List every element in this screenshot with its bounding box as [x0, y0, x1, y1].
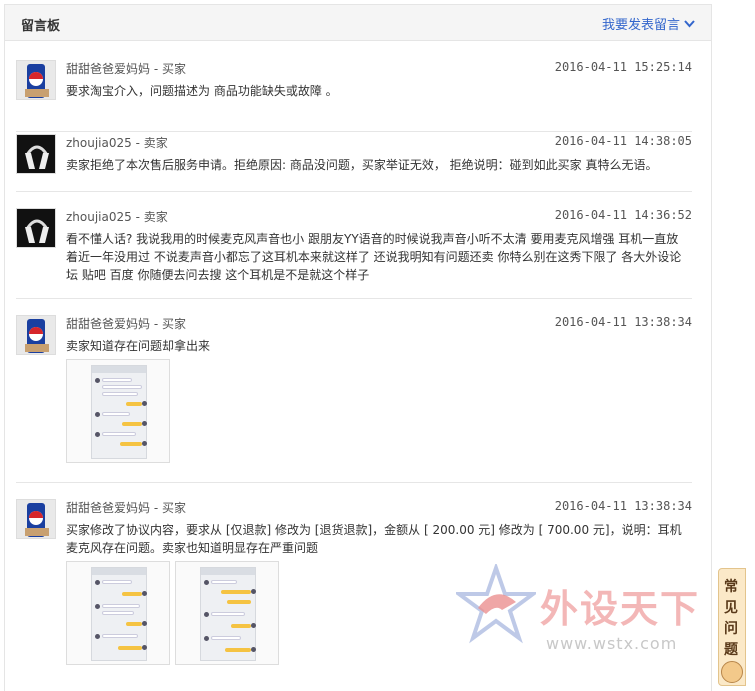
board-title: 留言板	[21, 19, 61, 34]
message-board-header: 留言板 我要发表留言	[5, 5, 711, 41]
avatar[interactable]	[16, 134, 56, 174]
message-author[interactable]: zhoujia025 - 卖家	[66, 134, 168, 151]
message-time: 2016-04-11 14:36:52	[554, 208, 692, 222]
message-time: 2016-04-11 13:38:34	[554, 499, 692, 513]
message-content: 买家修改了协议内容，要求从 [仅退款] 修改为 [退货退款]，金额从 [ 200…	[66, 523, 682, 555]
message-content: 要求淘宝介入，问题描述为 商品功能缺失或故障 。	[66, 84, 338, 98]
message-content: 卖家拒绝了本次售后服务申请。拒绝原因: 商品没问题，买家举证无效， 拒绝说明：碰…	[66, 158, 658, 172]
message-content: 看不懂人话? 我说我用的时候麦克风声音也小 跟朋友YY语音的时候说我声音小听不太…	[66, 232, 682, 282]
faq-button[interactable]: 常见问题	[718, 568, 746, 686]
message-content: 卖家知道存在问题却拿出来	[66, 339, 211, 353]
message-item: zhoujia025 - 卖家 2016-04-11 14:38:05 卖家拒绝…	[16, 134, 692, 192]
avatar[interactable]	[16, 315, 56, 355]
pepsi-can-icon	[17, 500, 55, 538]
message-time: 2016-04-11 15:25:14	[554, 60, 692, 74]
chat-screenshot-image	[91, 567, 147, 661]
avatar[interactable]	[16, 499, 56, 539]
message-item: zhoujia025 - 卖家 2016-04-11 14:36:52 看不懂人…	[16, 208, 692, 299]
chat-screenshot-thumbnail[interactable]	[66, 359, 170, 463]
pepsi-can-icon	[17, 316, 55, 354]
message-time: 2016-04-11 14:38:05	[554, 134, 692, 148]
attachment-list	[66, 359, 170, 463]
mascot-icon	[721, 661, 743, 683]
pepsi-can-icon	[17, 61, 55, 99]
message-time: 2016-04-11 13:38:34	[554, 315, 692, 329]
message-author[interactable]: 甜甜爸爸爱妈妈 - 买家	[66, 60, 186, 77]
message-item: 甜甜爸爸爱妈妈 - 买家 2016-04-11 15:25:14 要求淘宝介入，…	[16, 60, 692, 132]
message-author[interactable]: zhoujia025 - 卖家	[66, 208, 168, 225]
chat-screenshot-image	[200, 567, 256, 661]
message-item: 甜甜爸爸爱妈妈 - 买家 2016-04-11 13:38:34 买家修改了协议…	[16, 499, 692, 669]
avatar[interactable]	[16, 208, 56, 248]
post-message-label: 我要发表留言	[601, 18, 680, 33]
attachment-list	[66, 561, 279, 665]
message-author[interactable]: 甜甜爸爸爱妈妈 - 买家	[66, 315, 186, 332]
post-message-link[interactable]: 我要发表留言	[602, 14, 695, 33]
chat-screenshot-thumbnail[interactable]	[66, 561, 170, 665]
headphone-icon	[17, 135, 55, 173]
message-item: 甜甜爸爸爱妈妈 - 买家 2016-04-11 13:38:34 卖家知道存在问…	[16, 315, 692, 483]
faq-label: 常见问题	[724, 579, 738, 658]
chat-screenshot-image	[91, 365, 147, 459]
headphone-icon	[17, 209, 55, 247]
chat-screenshot-thumbnail[interactable]	[175, 561, 279, 665]
avatar[interactable]	[16, 60, 56, 100]
chevron-down-icon	[684, 19, 695, 27]
message-author[interactable]: 甜甜爸爸爱妈妈 - 买家	[66, 499, 186, 516]
